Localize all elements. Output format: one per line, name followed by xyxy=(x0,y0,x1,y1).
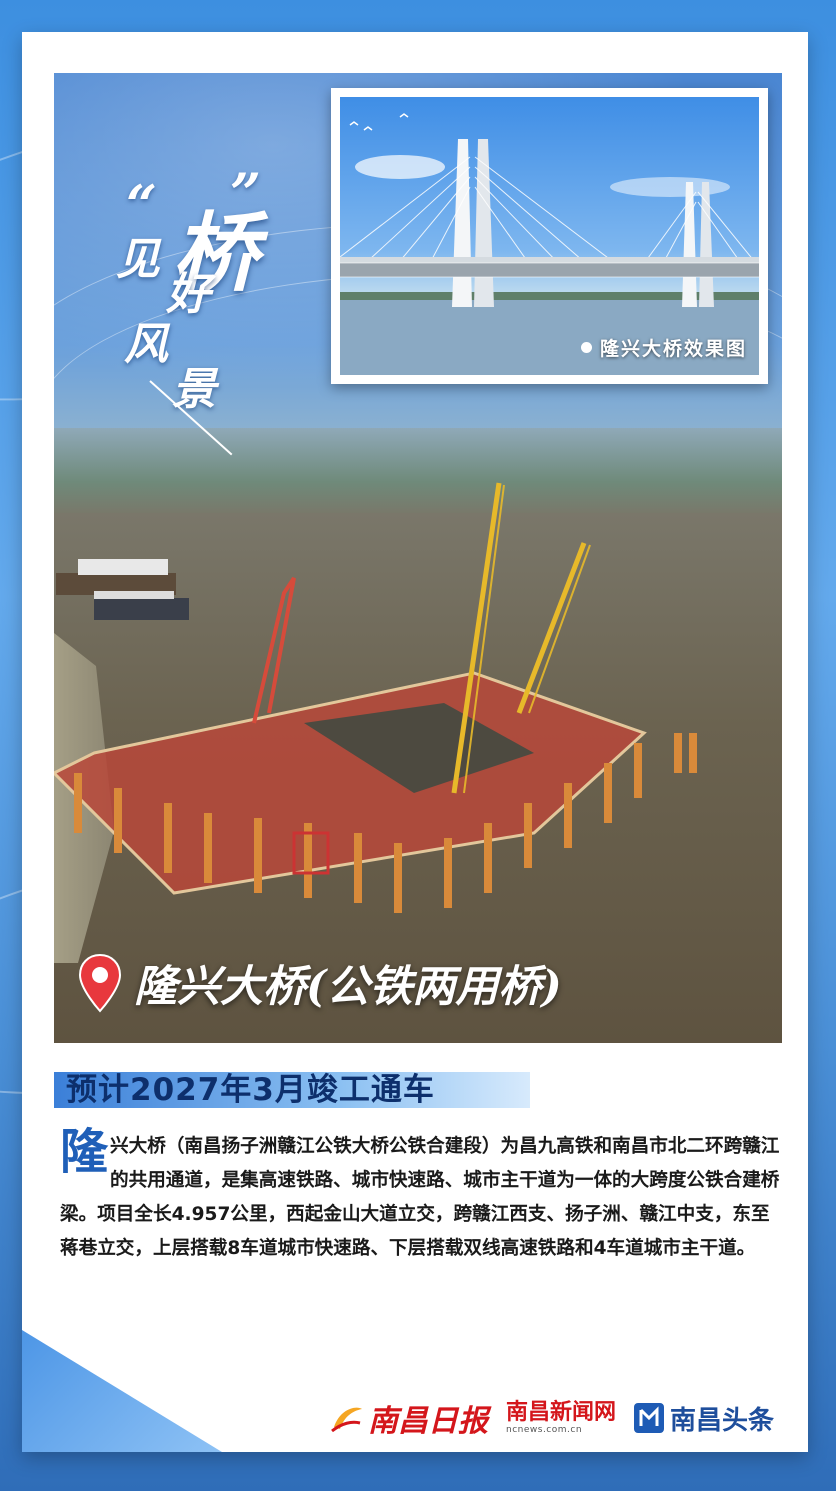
title-sub-char-3: 风 xyxy=(124,319,168,370)
barges xyxy=(56,559,189,620)
nanchang-daily-text: 南昌日报 xyxy=(368,1404,488,1439)
title-sub-char-2: 好 xyxy=(166,269,210,320)
completion-deadline-banner: 预计2027年3月竣工通车 xyxy=(54,1060,530,1114)
inset-caption-text: 隆兴大桥效果图 xyxy=(599,338,747,360)
inset-caption: 隆兴大桥效果图 xyxy=(580,334,747,361)
toutiao-text: 南昌头条 xyxy=(670,1405,775,1436)
location-label: 隆兴大桥(公铁两用桥) xyxy=(78,952,562,1014)
deadline-text: 预计2027年3月竣工通车 xyxy=(66,1072,435,1108)
dropcap-char: 隆 xyxy=(60,1124,109,1180)
nanchang-toutiao-logo: 南昌头条 xyxy=(634,1400,774,1437)
bullet-dot-icon xyxy=(580,342,592,353)
title-quote-close: ” xyxy=(230,161,262,225)
toutiao-mark-icon xyxy=(634,1403,665,1433)
ncnews-url: ncnews.com.cn xyxy=(506,1425,583,1435)
publisher-logos: 南昌日报 南昌新闻网 ncnews.com.cn 南昌头条 xyxy=(330,1396,774,1440)
description-text: 兴大桥（南昌扬子洲赣江公铁大桥公铁合建段）为昌九高铁和南昌市北二环跨赣江的共用通… xyxy=(60,1136,780,1259)
location-name: 隆兴大桥(公铁两用桥) xyxy=(134,962,562,1012)
description-paragraph: 隆兴大桥（南昌扬子洲赣江公铁大桥公铁合建段）为昌九高铁和南昌市北二环跨赣江的共用… xyxy=(60,1124,788,1266)
bridge-rendering-inset: 隆兴大桥效果图 xyxy=(331,88,768,384)
bridge-rendering-image: 隆兴大桥效果图 xyxy=(340,97,759,375)
ncnews-logo: 南昌新闻网 ncnews.com.cn xyxy=(506,1400,617,1436)
nanchang-daily-logo: 南昌日报 xyxy=(330,1396,488,1440)
map-pin-icon xyxy=(78,953,122,1013)
ncnews-name: 南昌新闻网 xyxy=(506,1400,617,1425)
nanchang-daily-mark-icon xyxy=(330,1403,364,1433)
title-sub-char-1: 见 xyxy=(116,234,160,285)
